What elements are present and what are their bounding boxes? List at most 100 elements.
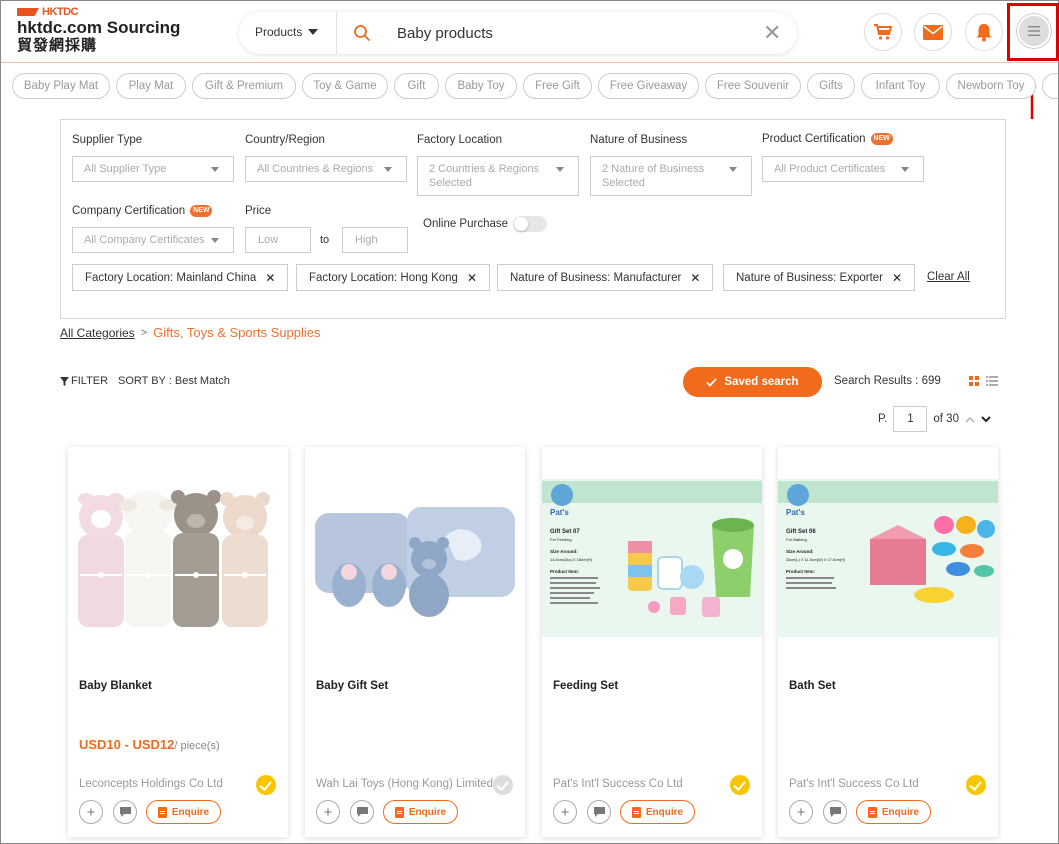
caret-down-icon: [384, 167, 392, 172]
active-filter-label: Nature of Business: Exporter: [736, 271, 884, 284]
chip[interactable]: Play Mat: [116, 73, 186, 99]
chevron-down-icon[interactable]: [981, 415, 991, 423]
search-icon[interactable]: [353, 24, 371, 42]
company-certification-label: Company Certification NEW: [72, 205, 213, 217]
chip[interactable]: Free Gift: [523, 73, 592, 99]
active-filter-tag: Nature of Business: Exporter ✕: [723, 264, 916, 291]
price-range: USD10 - USD12: [79, 737, 175, 752]
online-purchase-toggle[interactable]: [513, 216, 547, 232]
remove-filter-icon[interactable]: ✕: [265, 271, 275, 285]
factory-location-value-2: Selected: [429, 177, 472, 189]
product-card[interactable]: Pat's Gift Set 07 For Feeding Size Aroun…: [542, 447, 762, 837]
chip[interactable]: Toy & Game: [302, 73, 388, 99]
product-name[interactable]: Bath Set: [789, 680, 836, 692]
clear-search-icon[interactable]: ✕: [763, 22, 781, 44]
chip-overflow[interactable]: [1042, 73, 1058, 99]
chip[interactable]: Gift: [394, 73, 439, 99]
add-compare-button[interactable]: +: [79, 800, 103, 824]
product-card[interactable]: Baby Gift Set Wah Lai Toys (Hong Kong) L…: [305, 447, 525, 837]
product-image[interactable]: [68, 447, 288, 667]
supplier-name[interactable]: Leconcepts Holdings Co Ltd: [79, 778, 223, 790]
chip[interactable]: Baby Toy: [445, 73, 517, 99]
saved-search-button[interactable]: Saved search: [683, 367, 822, 397]
chat-button[interactable]: [350, 800, 374, 824]
enquire-label: Enquire: [881, 806, 920, 818]
hktdc-logo[interactable]: HKTDC hktdc.com Sourcing 貿發網採購: [17, 6, 180, 54]
add-compare-button[interactable]: +: [789, 800, 813, 824]
enquire-button[interactable]: Enquire: [383, 800, 458, 824]
chip[interactable]: Newborn Toy: [946, 73, 1036, 99]
supplier-name[interactable]: Pat's Int'l Success Co Ltd: [789, 778, 919, 790]
caret-down-icon: [211, 238, 219, 243]
cart-button[interactable]: [864, 13, 902, 51]
remove-filter-icon[interactable]: ✕: [690, 271, 700, 285]
chip[interactable]: Gifts: [807, 73, 855, 99]
chip[interactable]: Free Souvenir: [705, 73, 801, 99]
supplier-type-label: Supplier Type: [72, 134, 142, 146]
chip[interactable]: Infant Toy: [861, 73, 940, 99]
chat-button[interactable]: [823, 800, 847, 824]
chip[interactable]: Free Giveaway: [598, 73, 699, 99]
factory-location-select[interactable]: 2 Countries & Regions Selected: [417, 156, 579, 196]
product-price: USD10 - USD12/ piece(s): [79, 737, 220, 752]
product-name[interactable]: Baby Gift Set: [316, 680, 388, 692]
plus-icon: +: [323, 803, 333, 821]
clear-all-link[interactable]: Clear All: [927, 271, 970, 283]
product-image[interactable]: Pat's Gift Set 06 For Bathing Size Aroun…: [778, 447, 998, 667]
product-card[interactable]: Baby Blanket USD10 - USD12/ piece(s) Lec…: [68, 447, 288, 837]
remove-filter-icon[interactable]: ✕: [467, 271, 477, 285]
chat-button[interactable]: [587, 800, 611, 824]
nature-of-business-label: Nature of Business: [590, 134, 687, 146]
chip[interactable]: Gift & Premium: [192, 73, 296, 99]
enquire-label: Enquire: [645, 806, 684, 818]
product-image[interactable]: [305, 447, 525, 667]
grid-view-icon[interactable]: [969, 376, 979, 386]
gift-set-subtitle: For Feeding: [550, 537, 572, 542]
search-category-select[interactable]: Products: [255, 25, 319, 39]
sort-by-select[interactable]: SORT BY : Best Match: [118, 375, 230, 387]
document-icon: [631, 806, 641, 818]
supplier-name[interactable]: Pat's Int'l Success Co Ltd: [553, 778, 683, 790]
product-name[interactable]: Feeding Set: [553, 680, 618, 692]
new-badge: NEW: [870, 133, 893, 145]
caret-down-icon: [901, 167, 909, 172]
product-name[interactable]: Baby Blanket: [79, 680, 152, 692]
price-low-input[interactable]: Low: [245, 227, 311, 253]
enquire-button[interactable]: Enquire: [856, 800, 931, 824]
search-input[interactable]: [397, 22, 757, 44]
enquire-button[interactable]: Enquire: [620, 800, 695, 824]
chevron-right-icon: >: [140, 326, 148, 339]
filter-icon: [60, 376, 69, 386]
add-compare-button[interactable]: +: [316, 800, 340, 824]
filter-button[interactable]: FILTER: [60, 375, 108, 387]
remove-filter-icon[interactable]: ✕: [892, 271, 902, 285]
enquire-button[interactable]: Enquire: [146, 800, 221, 824]
country-select[interactable]: All Countries & Regions: [245, 156, 407, 182]
product-card[interactable]: Pat's Gift Set 06 For Bathing Size Aroun…: [778, 447, 998, 837]
notification-button[interactable]: [965, 13, 1003, 51]
active-filter-label: Nature of Business: Manufacturer: [510, 271, 682, 284]
list-view-icon[interactable]: [986, 376, 998, 386]
breadcrumb-root[interactable]: All Categories: [60, 326, 135, 340]
add-compare-button[interactable]: +: [553, 800, 577, 824]
nature-of-business-select[interactable]: 2 Nature of Business Selected: [590, 156, 752, 196]
mail-button[interactable]: [914, 13, 952, 51]
size-label: Size Around:: [786, 549, 814, 554]
supplier-type-select[interactable]: All Supplier Type: [72, 156, 234, 182]
supplier-name[interactable]: Wah Lai Toys (Hong Kong) Limited: [316, 778, 493, 790]
page-number-input[interactable]: 1: [893, 406, 928, 432]
product-certification-select[interactable]: All Product Certificates: [762, 156, 924, 182]
company-certification-select[interactable]: All Company Certificates: [72, 227, 234, 253]
chat-icon: [593, 807, 605, 817]
chevron-up-icon[interactable]: [965, 416, 975, 423]
chip[interactable]: Baby Play Mat: [12, 73, 110, 99]
logo-mark-icon: [17, 8, 39, 16]
cart-icon: [874, 24, 893, 40]
logo-brand-row: HKTDC: [17, 6, 180, 18]
chat-button[interactable]: [113, 800, 137, 824]
product-certification-label: Product Certification NEW: [762, 133, 893, 145]
price-high-input[interactable]: High: [342, 227, 408, 253]
gift-set-title: Gift Set 07: [550, 529, 580, 535]
product-image[interactable]: Pat's Gift Set 07 For Feeding Size Aroun…: [542, 447, 762, 667]
company-cert-value: All Company Certificates: [84, 234, 205, 246]
